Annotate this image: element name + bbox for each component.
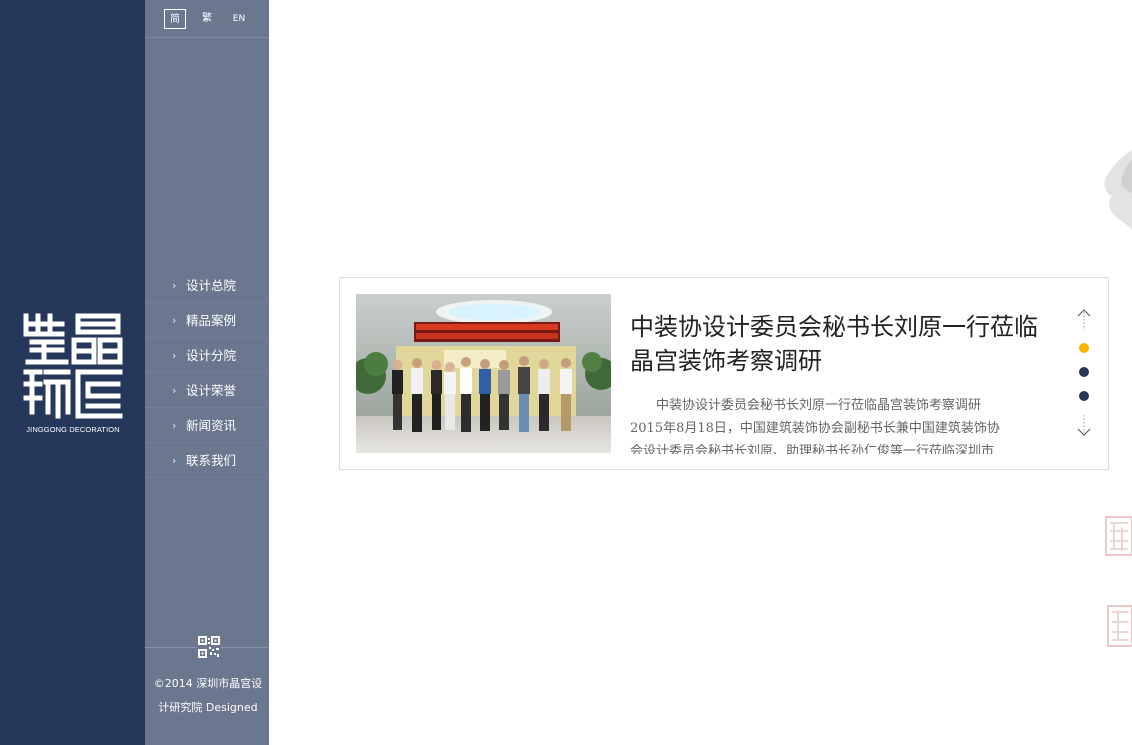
- chevron-right-icon: ›: [172, 314, 177, 327]
- pager-dot-1-active[interactable]: [1079, 343, 1089, 353]
- news-card[interactable]: 中装协设计委员会秘书长刘原一行莅临晶宫装饰考察调研 中装协设计委员会秘书长刘原一…: [339, 277, 1109, 470]
- pager-dot-3[interactable]: [1079, 391, 1089, 401]
- excerpt-line: 中装协设计委员会秘书长刘原一行莅临晶宫装饰考察调研: [656, 398, 982, 413]
- menu-item-label: 精品案例: [186, 313, 237, 328]
- menu-item-design-headquarters[interactable]: › 设计总院: [145, 268, 269, 303]
- main-menu: › 设计总院 › 精品案例 › 设计分院 › 设计荣誉 › 新闻资讯 › 联系我们: [145, 268, 269, 478]
- excerpt-line: 2015年8月18日，中国建筑装饰协会副秘书长兼中国建筑装饰协: [630, 421, 1000, 436]
- news-pager: [1075, 308, 1093, 440]
- news-headline[interactable]: 中装协设计委员会秘书长刘原一行莅临晶宫装饰考察调研: [630, 310, 1050, 378]
- chevron-right-icon: ›: [172, 419, 177, 432]
- chevron-up-icon[interactable]: [1077, 308, 1091, 332]
- lang-english[interactable]: EN: [227, 9, 251, 29]
- chevron-right-icon: ›: [172, 384, 177, 397]
- seal-stamp-decoration: [1105, 516, 1132, 556]
- copyright-line-1: ©2014 深圳市晶宫设: [153, 677, 263, 690]
- logo-subtitle: JINGGONG DECORATION: [26, 425, 120, 434]
- excerpt-line: 会设计委员会秘书长刘原、助理秘书长孙仁俊等一行莅临深圳市: [630, 444, 995, 454]
- seal-stamp-decoration: [1107, 605, 1132, 647]
- chevron-down-icon[interactable]: [1077, 413, 1091, 437]
- logo[interactable]: JINGGONG DECORATION: [22, 312, 124, 434]
- lang-traditional-chinese[interactable]: 繁: [195, 9, 219, 29]
- chevron-right-icon: ›: [172, 279, 177, 292]
- menu-item-label: 新闻资讯: [186, 418, 237, 433]
- logo-mark: [23, 313, 123, 419]
- news-excerpt: 中装协设计委员会秘书长刘原一行莅临晶宫装饰考察调研 2015年8月18日，中国建…: [630, 394, 1025, 454]
- language-switcher: 简 繁 EN: [145, 0, 269, 38]
- menu-item-label: 设计分院: [186, 348, 237, 363]
- chevron-right-icon: ›: [172, 454, 177, 467]
- lang-simplified-chinese[interactable]: 简: [164, 9, 186, 29]
- ink-brush-decoration: [1104, 150, 1132, 230]
- menu-item-label: 设计总院: [186, 278, 237, 293]
- menu-item-news[interactable]: › 新闻资讯: [145, 408, 269, 443]
- qr-code-icon[interactable]: [197, 635, 221, 659]
- copyright-text: ©2014 深圳市晶宫设 计研究院 Designed: [149, 672, 267, 720]
- menu-item-design-honors[interactable]: › 设计荣誉: [145, 373, 269, 408]
- menu-item-label: 联系我们: [186, 453, 237, 468]
- pager-dot-2[interactable]: [1079, 367, 1089, 377]
- menu-item-label: 设计荣誉: [186, 383, 237, 398]
- copyright-line-2: 计研究院 Designed: [158, 701, 258, 714]
- menu-item-contact-us[interactable]: › 联系我们: [145, 443, 269, 478]
- menu-item-design-branches[interactable]: › 设计分院: [145, 338, 269, 373]
- news-photo[interactable]: [356, 294, 611, 453]
- menu-item-featured-cases[interactable]: › 精品案例: [145, 303, 269, 338]
- chevron-right-icon: ›: [172, 349, 177, 362]
- brand-column: JINGGONG DECORATION: [0, 0, 145, 745]
- navigation-column: 简 繁 EN › 设计总院 › 精品案例 › 设计分院 › 设计荣誉 › 新闻资讯 › 联系…: [145, 0, 269, 745]
